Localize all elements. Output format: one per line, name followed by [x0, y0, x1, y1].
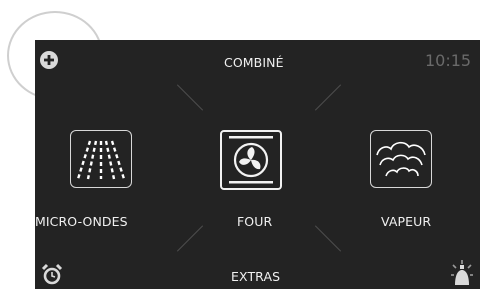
timer-button[interactable]	[41, 263, 63, 285]
mode-microwave-button[interactable]	[70, 130, 132, 188]
mode-microwave-label: MICRO-ONDES	[35, 214, 128, 229]
mode-steam-button[interactable]	[370, 130, 432, 188]
mode-oven-label: FOUR	[237, 214, 273, 229]
steam-clouds-icon	[376, 141, 426, 177]
oven-fan-icon	[229, 136, 273, 184]
oven-light-icon	[451, 260, 473, 285]
alarm-clock-icon	[41, 263, 63, 285]
divider-line	[176, 84, 204, 111]
clock-display: 10:15	[425, 51, 472, 70]
microwave-waves-icon	[76, 140, 126, 180]
mode-steam-label: VAPEUR	[381, 214, 432, 229]
divider-line	[176, 225, 204, 252]
page-title: COMBINÉ	[224, 55, 284, 70]
add-button[interactable]	[39, 50, 59, 70]
oven-control-screen: COMBINÉ 10:15 MICRO-ONDES FOUR VAPEUR EX…	[35, 40, 480, 289]
light-button[interactable]	[450, 259, 474, 287]
extras-button[interactable]: EXTRAS	[231, 269, 280, 284]
plus-icon	[40, 51, 58, 69]
mode-oven-button[interactable]	[220, 130, 282, 190]
divider-line	[314, 225, 342, 252]
divider-line	[314, 84, 342, 111]
